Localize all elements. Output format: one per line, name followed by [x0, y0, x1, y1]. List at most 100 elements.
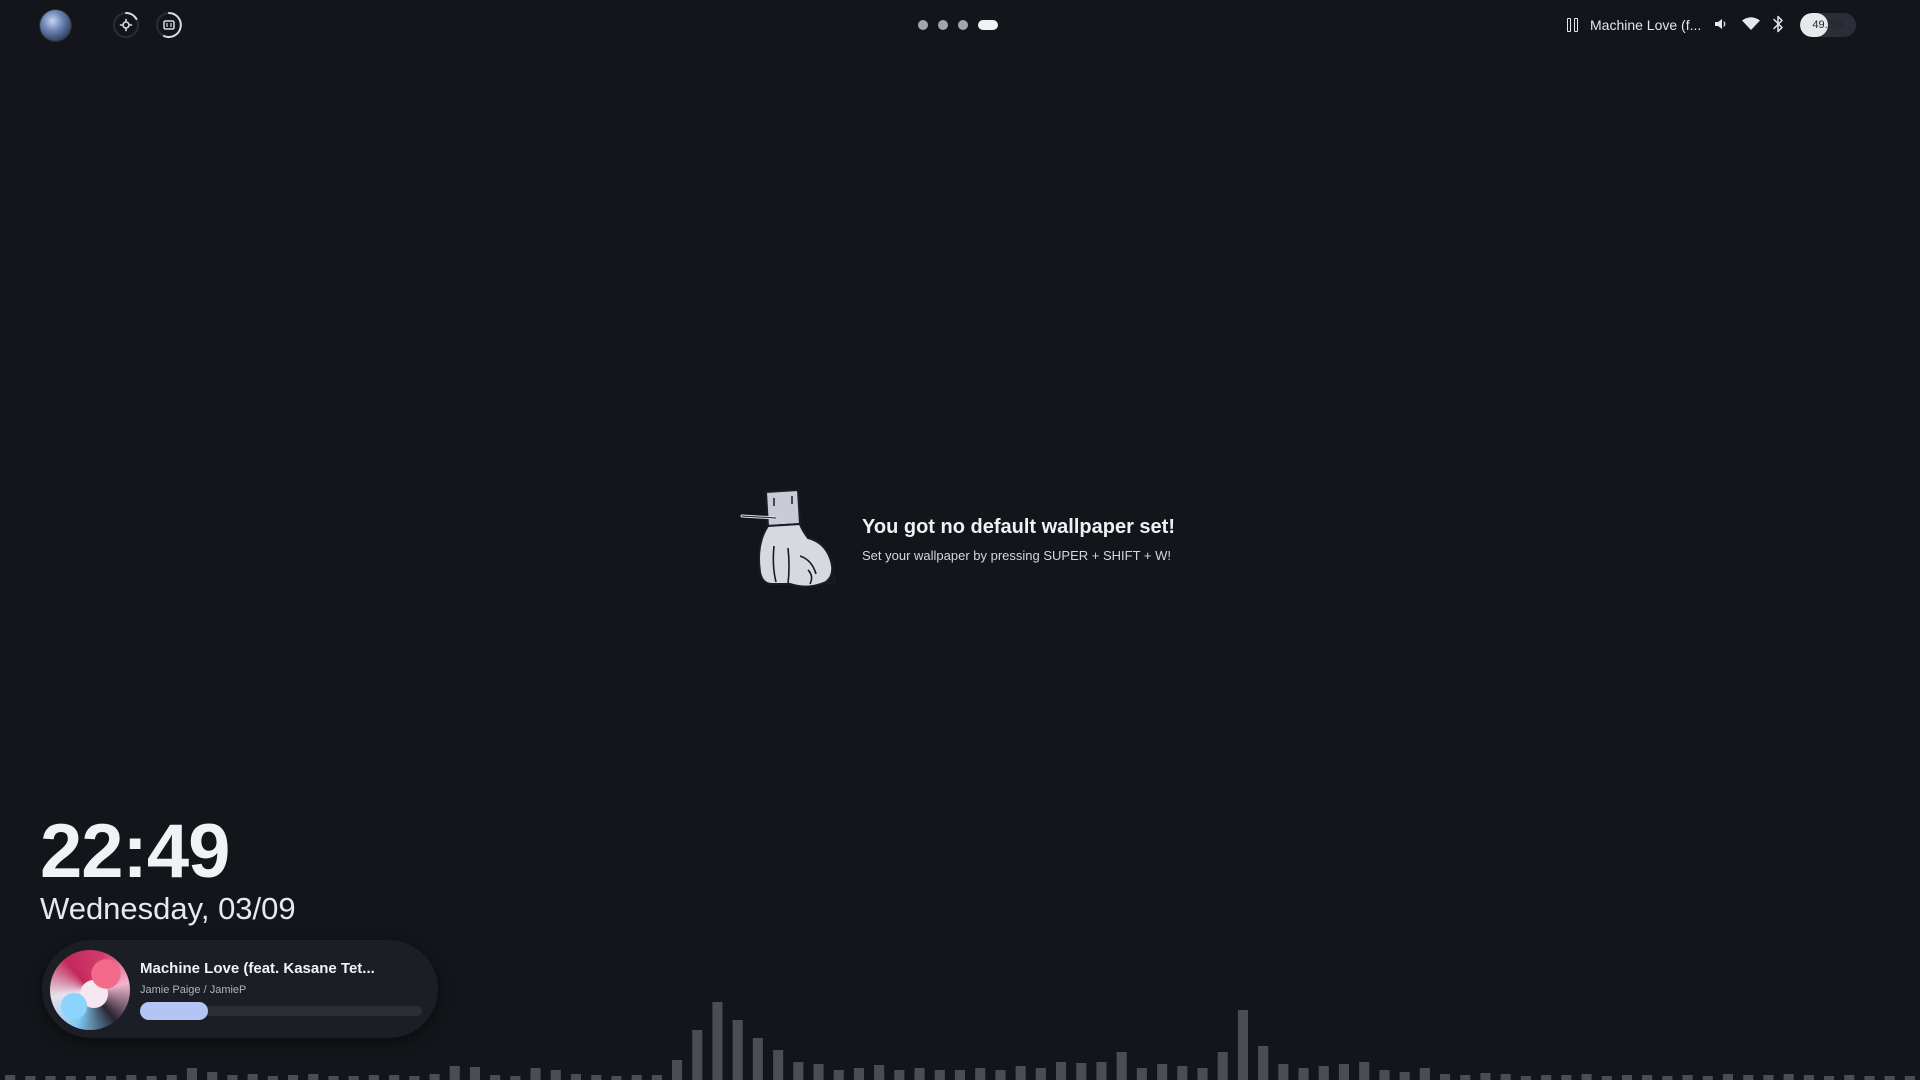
visualizer-bar: [186, 1068, 197, 1080]
gear-ring-icon[interactable]: [111, 10, 141, 40]
battery-indicator[interactable]: 49.5%: [1800, 13, 1856, 37]
visualizer-bar: [1177, 1066, 1188, 1080]
visualizer-bar: [954, 1070, 965, 1080]
message-subtitle: Set your wallpaper by pressing SUPER + S…: [862, 548, 1171, 563]
clock-date: Wednesday, 03/09: [40, 891, 296, 926]
visualizer-bar: [1460, 1075, 1471, 1080]
workspace-1[interactable]: [918, 20, 928, 30]
visualizer-bar: [1237, 1010, 1248, 1080]
visualizer-bar: [1338, 1064, 1349, 1080]
wifi-icon[interactable]: [1741, 13, 1761, 35]
battery-percent: 49.5%: [1812, 19, 1844, 31]
visualizer-bar: [328, 1076, 339, 1080]
visualizer-bar: [106, 1076, 117, 1080]
workspace-4[interactable]: [978, 20, 998, 30]
visualizer-bar: [1864, 1076, 1875, 1080]
visualizer-bar: [1520, 1076, 1531, 1080]
visualizer-bar: [1015, 1066, 1026, 1080]
visualizer-bar: [813, 1064, 824, 1080]
visualizer-bar: [672, 1060, 683, 1080]
user-avatar[interactable]: [40, 10, 71, 41]
visualizer-bar: [712, 1002, 723, 1080]
visualizer-bar: [490, 1075, 501, 1080]
visualizer-bar: [1743, 1075, 1754, 1080]
visualizer-bar: [409, 1076, 420, 1080]
visualizer-bar: [752, 1038, 763, 1080]
visualizer-bar: [1258, 1046, 1269, 1080]
visualizer-bar: [25, 1076, 36, 1080]
audio-visualizer: [0, 980, 1920, 1080]
memory-ring-icon[interactable]: [154, 10, 184, 40]
pause-icon[interactable]: [1567, 18, 1580, 32]
visualizer-bar: [1076, 1063, 1087, 1080]
visualizer-bar: [1904, 1076, 1915, 1080]
visualizer-bar: [5, 1075, 16, 1080]
visualizer-bar: [1399, 1072, 1410, 1080]
visualizer-bar: [389, 1075, 400, 1080]
visualizer-bar: [247, 1074, 258, 1080]
visualizer-bar: [308, 1074, 319, 1080]
visualizer-bar: [1157, 1064, 1168, 1080]
visualizer-bar: [65, 1076, 76, 1080]
visualizer-bar: [995, 1070, 1006, 1080]
workspace-2[interactable]: [938, 20, 948, 30]
volume-icon[interactable]: [1713, 13, 1729, 35]
visualizer-bar: [207, 1072, 218, 1080]
visualizer-bar: [1702, 1076, 1713, 1080]
track-title: Machine Love (feat. Kasane Tet...: [140, 960, 375, 977]
visualizer-bar: [914, 1068, 925, 1080]
visualizer-bar: [227, 1075, 238, 1080]
workspace-indicator: [918, 19, 998, 31]
visualizer-bar: [1803, 1075, 1814, 1080]
visualizer-bar: [146, 1076, 157, 1080]
visualizer-bar: [1642, 1075, 1653, 1080]
visualizer-bar: [874, 1065, 885, 1080]
visualizer-bar: [773, 1050, 784, 1080]
visualizer-bar: [126, 1075, 137, 1080]
visualizer-bar: [510, 1076, 521, 1080]
visualizer-bar: [449, 1066, 460, 1080]
visualizer-bar: [368, 1075, 379, 1080]
visualizer-bar: [1197, 1068, 1208, 1080]
visualizer-bar: [1722, 1074, 1733, 1080]
visualizer-bar: [611, 1076, 622, 1080]
visualizer-bar: [267, 1076, 278, 1080]
visualizer-bar: [166, 1075, 177, 1080]
visualizer-bar: [1056, 1062, 1067, 1080]
visualizer-bar: [1500, 1074, 1511, 1080]
visualizer-bar: [1541, 1075, 1552, 1080]
visualizer-bar: [1318, 1066, 1329, 1080]
visualizer-bar: [1298, 1068, 1309, 1080]
visualizer-bar: [45, 1076, 56, 1080]
visualizer-bar: [530, 1068, 541, 1080]
visualizer-bar: [1419, 1068, 1430, 1080]
workspace-3[interactable]: [958, 20, 968, 30]
visualizer-bar: [853, 1068, 864, 1080]
visualizer-bar: [469, 1067, 480, 1080]
visualizer-bar: [833, 1070, 844, 1080]
visualizer-bar: [550, 1070, 561, 1080]
top-bar: Machine Love (f... 49.5%: [0, 0, 1920, 50]
visualizer-bar: [348, 1076, 359, 1080]
visualizer-bar: [1359, 1062, 1370, 1080]
visualizer-bar: [1278, 1064, 1289, 1080]
clock-time: 22:49: [40, 809, 230, 894]
media-title: Machine Love (f...: [1590, 17, 1702, 33]
visualizer-bar: [1763, 1075, 1774, 1080]
visualizer-bar: [1096, 1062, 1107, 1080]
visualizer-bar: [1136, 1068, 1147, 1080]
visualizer-bar: [732, 1020, 743, 1080]
visualizer-bar: [1662, 1076, 1673, 1080]
visualizer-bar: [1480, 1073, 1491, 1080]
visualizer-bar: [1682, 1075, 1693, 1080]
visualizer-bar: [934, 1070, 945, 1080]
bluetooth-icon[interactable]: [1771, 13, 1785, 35]
message-title: You got no default wallpaper set!: [862, 516, 1175, 538]
visualizer-bar: [651, 1075, 662, 1080]
visualizer-bar: [288, 1075, 299, 1080]
media-indicator[interactable]: Machine Love (f...: [1567, 15, 1701, 35]
desktop: Machine Love (f... 49.5% You got no defa…: [0, 0, 1920, 1080]
visualizer-bar: [1440, 1074, 1451, 1080]
visualizer-bar: [85, 1076, 96, 1080]
visualizer-bar: [975, 1068, 986, 1080]
